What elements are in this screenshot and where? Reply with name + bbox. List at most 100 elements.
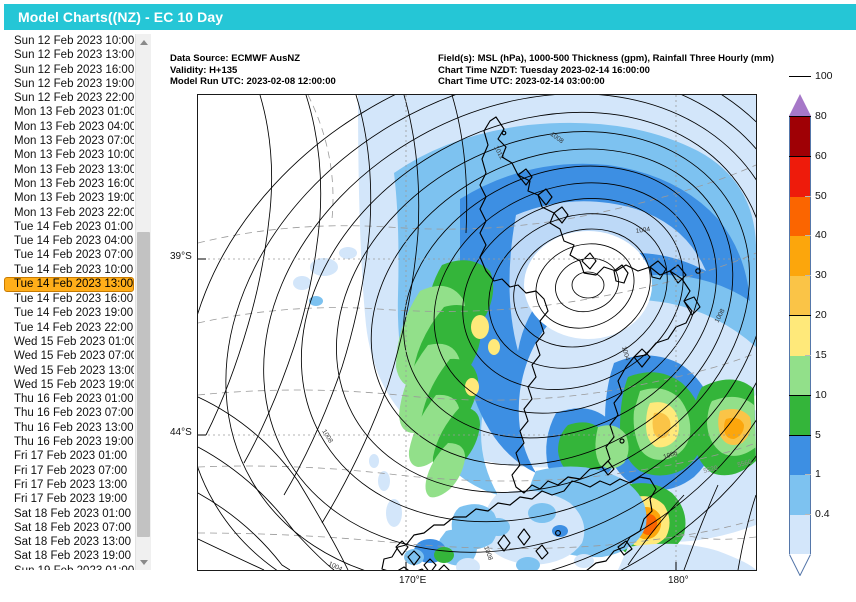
timestep-item[interactable]: Sat 18 Feb 2023 13:00 xyxy=(4,535,134,549)
colorbar-tick xyxy=(789,116,811,117)
colorbar-tick-label: 15 xyxy=(815,348,827,361)
timestep-item[interactable]: Fri 17 Feb 2023 01:00 xyxy=(4,449,134,463)
colorbar-tick xyxy=(789,155,811,157)
colorbar-tick xyxy=(789,394,811,396)
timestep-item[interactable]: Mon 13 Feb 2023 04:00 xyxy=(4,120,134,134)
data-source-line: Data Source: ECMWF AusNZ xyxy=(170,53,301,64)
timestep-item[interactable]: Fri 17 Feb 2023 07:00 xyxy=(4,464,134,478)
timestep-item[interactable]: Sat 18 Feb 2023 19:00 xyxy=(4,549,134,563)
timestep-item[interactable]: Fri 17 Feb 2023 13:00 xyxy=(4,478,134,492)
timestep-item[interactable]: Thu 16 Feb 2023 13:00 xyxy=(4,421,134,435)
timestep-item[interactable]: Thu 16 Feb 2023 07:00 xyxy=(4,406,134,420)
timestep-item[interactable]: Mon 13 Feb 2023 07:00 xyxy=(4,134,134,148)
fields-line: Field(s): MSL (hPa), 1000-500 Thickness … xyxy=(438,53,775,64)
timestep-item[interactable]: Tue 14 Feb 2023 04:00 xyxy=(4,234,134,248)
colorbar-band xyxy=(790,196,810,237)
axis-label-lat-39: 39°S xyxy=(170,251,192,262)
timestep-item[interactable]: Tue 14 Feb 2023 19:00 xyxy=(4,306,134,320)
validity-line: Validity: H+135 xyxy=(170,64,238,76)
timestep-item[interactable]: Wed 15 Feb 2023 01:00 xyxy=(4,335,134,349)
weather-map-plot[interactable]: 1012 1008 1004 1004 1008 1008 1008 1004 … xyxy=(197,94,757,571)
colorbar-tick-label: 50 xyxy=(815,189,827,202)
colorbar-tick-label: 10 xyxy=(815,388,827,401)
colorbar-tick xyxy=(805,275,811,277)
axis-label-lon-180: 180° xyxy=(668,575,689,586)
timestep-item[interactable]: Wed 15 Feb 2023 07:00 xyxy=(4,349,134,363)
colorbar-over-arrow xyxy=(789,94,811,116)
timestep-item[interactable]: Tue 14 Feb 2023 16:00 xyxy=(4,292,134,306)
timestep-item[interactable]: Thu 16 Feb 2023 19:00 xyxy=(4,435,134,449)
colorbar-band xyxy=(790,355,810,396)
timestep-item[interactable]: Sun 12 Feb 2023 16:00 xyxy=(4,63,134,77)
colorbar-tick-label: 20 xyxy=(815,309,827,322)
timestep-item[interactable]: Tue 14 Feb 2023 07:00 xyxy=(4,248,134,262)
colorbar-band xyxy=(790,395,810,436)
colorbar-tick-label: 1 xyxy=(815,468,821,481)
chevron-down-icon xyxy=(139,559,148,565)
colorbar-band xyxy=(790,117,810,157)
colorbar-under-arrow-outline xyxy=(789,554,811,576)
colorbar-tick xyxy=(805,235,811,237)
timestep-item[interactable]: Sat 18 Feb 2023 01:00 xyxy=(4,507,134,521)
colorbar-tick-label: 40 xyxy=(815,229,827,242)
chart-time-utc-line: Chart Time UTC: 2023-02-14 03:00:00 xyxy=(438,76,605,87)
timestep-item[interactable]: Sun 12 Feb 2023 19:00 xyxy=(4,77,134,91)
colorbar-tick xyxy=(789,76,811,78)
colorbar-band xyxy=(790,435,810,476)
colorbar-band xyxy=(790,156,810,197)
chart-header-right: Field(s): MSL (hPa), 1000-500 Thickness … xyxy=(438,53,774,88)
colorbar-tick xyxy=(789,315,811,317)
colorbar-tick xyxy=(805,354,811,356)
colorbar-tick-label: 100 xyxy=(815,70,833,83)
timestep-item[interactable]: Thu 16 Feb 2023 01:00 xyxy=(4,392,134,406)
timestep-item[interactable]: Fri 17 Feb 2023 19:00 xyxy=(4,492,134,506)
timestep-item[interactable]: Mon 13 Feb 2023 10:00 xyxy=(4,148,134,162)
timestep-item[interactable]: Sun 12 Feb 2023 13:00 xyxy=(4,48,134,62)
axis-label-lon-170: 170°E xyxy=(399,575,427,586)
sidebar-scrollbar[interactable] xyxy=(135,34,151,570)
colorbar-band xyxy=(790,276,810,317)
colorbar-tick xyxy=(805,474,811,476)
timestep-item[interactable]: Mon 13 Feb 2023 13:00 xyxy=(4,163,134,177)
colorbar-tick-label: 30 xyxy=(815,269,827,282)
timestep-item[interactable]: Tue 14 Feb 2023 10:00 xyxy=(4,263,134,277)
timestep-item[interactable]: Mon 13 Feb 2023 01:00 xyxy=(4,105,134,119)
colorbar-band xyxy=(790,316,810,356)
timestep-item[interactable]: Sun 19 Feb 2023 01:00 xyxy=(4,564,134,570)
timestep-item[interactable]: Sun 12 Feb 2023 22:00 xyxy=(4,91,134,105)
colorbar-tick-label: 80 xyxy=(815,110,827,122)
chart-header-left: Data Source: ECMWF AusNZ Validity: H+135… xyxy=(170,53,336,88)
chart-time-nzdt-line: Chart Time NZDT: Tuesday 2023-02-14 16:0… xyxy=(438,64,650,76)
timestep-item-selected[interactable]: Tue 14 Feb 2023 13:00 xyxy=(4,277,134,293)
timestep-list[interactable]: Sun 12 Feb 2023 10:00 Sun 12 Feb 2023 13:… xyxy=(4,34,134,570)
colorbar-tick-label: 60 xyxy=(815,149,827,162)
scroll-up-button[interactable] xyxy=(136,34,151,50)
timestep-item[interactable]: Mon 13 Feb 2023 22:00 xyxy=(4,206,134,220)
timestep-item[interactable]: Sat 18 Feb 2023 07:00 xyxy=(4,521,134,535)
timestep-sidebar: Sun 12 Feb 2023 10:00 Sun 12 Feb 2023 13:… xyxy=(4,34,156,570)
axis-label-lat-44: 44°S xyxy=(170,427,192,438)
weather-map-svg: 1012 1008 1004 1004 1008 1008 1008 1004 … xyxy=(198,95,756,570)
timestep-item[interactable]: Tue 14 Feb 2023 01:00 xyxy=(4,220,134,234)
colorbar-band xyxy=(790,475,810,516)
colorbar-bands xyxy=(789,116,811,555)
colorbar-tick-label: 0.4 xyxy=(815,508,830,521)
colorbar-band xyxy=(790,515,810,555)
timestep-item[interactable]: Sun 12 Feb 2023 10:00 xyxy=(4,34,134,48)
scrollbar-thumb[interactable] xyxy=(137,232,150,537)
window-title-bar: Model Charts((NZ) - EC 10 Day xyxy=(4,4,856,30)
colorbar-band xyxy=(790,236,810,277)
timestep-item[interactable]: Mon 13 Feb 2023 16:00 xyxy=(4,177,134,191)
colorbar-tick-label: 5 xyxy=(815,428,821,441)
timestep-item[interactable]: Tue 14 Feb 2023 22:00 xyxy=(4,321,134,335)
colorbar-tick xyxy=(789,434,811,436)
timestep-item[interactable]: Wed 15 Feb 2023 19:00 xyxy=(4,378,134,392)
rainfall-colorbar: 0.4 1 5 10 15 20 30 40 50 60 80 100 xyxy=(789,70,833,576)
colorbar-tick xyxy=(805,195,811,197)
timestep-item[interactable]: Wed 15 Feb 2023 13:00 xyxy=(4,364,134,378)
window-title: Model Charts((NZ) - EC 10 Day xyxy=(18,9,224,25)
scroll-down-button[interactable] xyxy=(136,554,151,570)
chevron-up-icon xyxy=(139,39,148,45)
model-run-line: Model Run UTC: 2023-02-08 12:00:00 xyxy=(170,76,336,87)
timestep-item[interactable]: Mon 13 Feb 2023 19:00 xyxy=(4,191,134,205)
